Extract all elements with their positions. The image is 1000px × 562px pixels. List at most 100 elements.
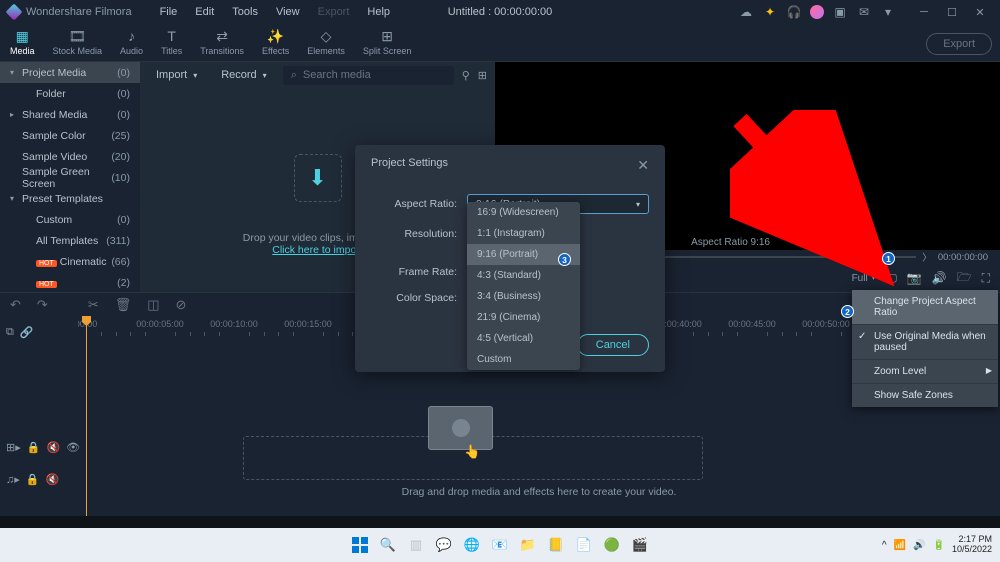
- content-toolbar: Import ▾ Record ▾ ⌕ Search media ⚲ ⊞: [140, 62, 495, 88]
- search-input[interactable]: ⌕ Search media: [283, 66, 454, 85]
- message-icon[interactable]: ✉: [856, 4, 872, 20]
- tab-audio[interactable]: ♪Audio: [118, 26, 145, 58]
- playhead[interactable]: [86, 316, 87, 516]
- taskview-icon[interactable]: ▥: [405, 534, 427, 556]
- sidebar-item[interactable]: Sample Color(25): [0, 125, 140, 146]
- audio-track-icon[interactable]: ♫▸: [6, 473, 20, 486]
- tab-titles[interactable]: TTitles: [159, 26, 184, 58]
- tab-transitions[interactable]: ⇄Transitions: [198, 26, 246, 58]
- snapshot-icon[interactable]: 📷: [907, 271, 922, 285]
- ctx-item[interactable]: Zoom Level▶: [852, 360, 998, 384]
- speed-button[interactable]: ⊘: [176, 297, 187, 313]
- record-dropdown[interactable]: Record ▾: [213, 66, 274, 84]
- menu-export[interactable]: Export: [310, 4, 358, 20]
- battery-icon[interactable]: 🔋: [933, 540, 945, 551]
- maximize-button[interactable]: ☐: [940, 2, 964, 22]
- menu-tools[interactable]: Tools: [224, 4, 266, 20]
- tips-icon[interactable]: ✦: [762, 4, 778, 20]
- aspect-option[interactable]: 21:9 (Cinema): [467, 307, 580, 328]
- aspect-ratio-display: Aspect Ratio 9:16: [691, 237, 770, 248]
- cancel-button[interactable]: Cancel: [577, 334, 649, 356]
- dragged-media-clip[interactable]: [428, 406, 493, 450]
- delete-button[interactable]: 🗑: [115, 297, 132, 313]
- minimize-button[interactable]: ─: [912, 2, 936, 22]
- volume-icon[interactable]: 🔊: [932, 271, 947, 285]
- filter-icon[interactable]: ⚲: [462, 69, 470, 82]
- export-clip-icon[interactable]: 🗁: [957, 268, 972, 289]
- import-link[interactable]: Click here to import: [272, 244, 362, 256]
- tab-split-screen[interactable]: ⊞Split Screen: [361, 26, 414, 58]
- tab-effects[interactable]: ✨Effects: [260, 26, 291, 58]
- ctx-item[interactable]: ✓Use Original Media when paused: [852, 325, 998, 360]
- tab-elements[interactable]: ◇Elements: [305, 26, 347, 58]
- dropdown-icon[interactable]: ▾: [880, 4, 896, 20]
- import-dropdown[interactable]: Import ▾: [148, 66, 205, 84]
- headset-icon[interactable]: 🎧: [786, 4, 802, 20]
- video-track-controls: ⊞▸ 🔒 🔇 👁: [0, 437, 78, 457]
- sidebar-item[interactable]: Sample Green Screen(10): [0, 167, 140, 188]
- menu-help[interactable]: Help: [359, 4, 398, 20]
- notes-icon[interactable]: 📒: [545, 534, 567, 556]
- mute-icon[interactable]: 🔇: [45, 473, 59, 486]
- sidebar-item[interactable]: Folder(0): [0, 83, 140, 104]
- windows-taskbar[interactable]: 🔍 ▥ 💬 🌐 📧 📁 📒 📄 🟢 🎬 ^ 📶 🔊 🔋 2:17 PM10/5/…: [0, 528, 1000, 562]
- mute-icon[interactable]: 🔇: [46, 441, 60, 454]
- lock-icon[interactable]: 🔒: [27, 441, 41, 454]
- menu-edit[interactable]: Edit: [187, 4, 222, 20]
- aspect-option[interactable]: 4:3 (Standard): [467, 265, 580, 286]
- display-icon[interactable]: 🖵: [885, 271, 897, 286]
- cut-button[interactable]: ✂: [88, 297, 99, 313]
- sidebar-item[interactable]: ▾Preset Templates: [0, 188, 140, 209]
- zoom-dropdown[interactable]: Full ▾: [852, 273, 876, 284]
- redo-button[interactable]: ↷: [37, 297, 48, 313]
- start-button[interactable]: [349, 534, 371, 556]
- lock-icon[interactable]: 🔒: [26, 473, 40, 486]
- clock[interactable]: 2:17 PM10/5/2022: [952, 535, 992, 555]
- menu-file[interactable]: File: [152, 4, 186, 20]
- cloud-icon[interactable]: ☁: [738, 4, 754, 20]
- sidebar-item[interactable]: All Templates(311): [0, 230, 140, 251]
- link-icon[interactable]: 🔗: [20, 326, 34, 339]
- aspect-option[interactable]: Custom: [467, 349, 580, 370]
- filmora-icon[interactable]: 🎬: [629, 534, 651, 556]
- export-button[interactable]: Export: [926, 33, 992, 55]
- close-icon[interactable]: ✕: [637, 157, 649, 174]
- sidebar-item[interactable]: Custom(0): [0, 209, 140, 230]
- avatar[interactable]: [810, 5, 824, 19]
- aspect-option[interactable]: 4:5 (Vertical): [467, 328, 580, 349]
- close-button[interactable]: ✕: [968, 2, 992, 22]
- aspect-option[interactable]: 16:9 (Widescreen): [467, 202, 580, 223]
- undo-button[interactable]: ↶: [10, 297, 21, 313]
- annotation-badge-3: 3: [558, 253, 571, 266]
- menu-view[interactable]: View: [268, 4, 308, 20]
- sidebar-item[interactable]: HOTCinematic(66): [0, 251, 140, 272]
- expand-icon[interactable]: ⛶: [982, 271, 990, 286]
- tray-chevron-icon[interactable]: ^: [882, 540, 887, 551]
- tab-media[interactable]: ▦Media: [8, 26, 37, 58]
- import-icon[interactable]: ⬇: [294, 154, 342, 202]
- sidebar-item[interactable]: ▾Project Media(0): [0, 62, 140, 83]
- ctx-item[interactable]: Show Safe Zones: [852, 384, 998, 407]
- video-track-icon[interactable]: ⊞▸: [6, 441, 21, 454]
- mail-icon[interactable]: 📧: [489, 534, 511, 556]
- system-tray[interactable]: ^ 📶 🔊 🔋 2:17 PM10/5/2022: [882, 535, 992, 555]
- wifi-icon[interactable]: 📶: [894, 540, 906, 551]
- tab-stock-media[interactable]: 🎞Stock Media: [51, 26, 105, 58]
- chat-icon[interactable]: 💬: [433, 534, 455, 556]
- app-icon[interactable]: 📄: [573, 534, 595, 556]
- sidebar-item[interactable]: HOT(2): [0, 272, 140, 292]
- explorer-icon[interactable]: 📁: [517, 534, 539, 556]
- magnet-icon[interactable]: ⧉: [6, 326, 14, 339]
- sidebar-item[interactable]: ▸Shared Media(0): [0, 104, 140, 125]
- crop-button[interactable]: ◫: [147, 297, 159, 313]
- sidebar-item[interactable]: Sample Video(20): [0, 146, 140, 167]
- edge-icon[interactable]: 🌐: [461, 534, 483, 556]
- sound-icon[interactable]: 🔊: [913, 540, 925, 551]
- ctx-item[interactable]: Change Project Aspect Ratio: [852, 290, 998, 325]
- aspect-option[interactable]: 3:4 (Business): [467, 286, 580, 307]
- search-icon[interactable]: 🔍: [377, 534, 399, 556]
- grid-icon[interactable]: ⊞: [478, 69, 487, 82]
- aspect-option[interactable]: 1:1 (Instagram): [467, 223, 580, 244]
- chrome-icon[interactable]: 🟢: [601, 534, 623, 556]
- activity-icon[interactable]: ▣: [832, 4, 848, 20]
